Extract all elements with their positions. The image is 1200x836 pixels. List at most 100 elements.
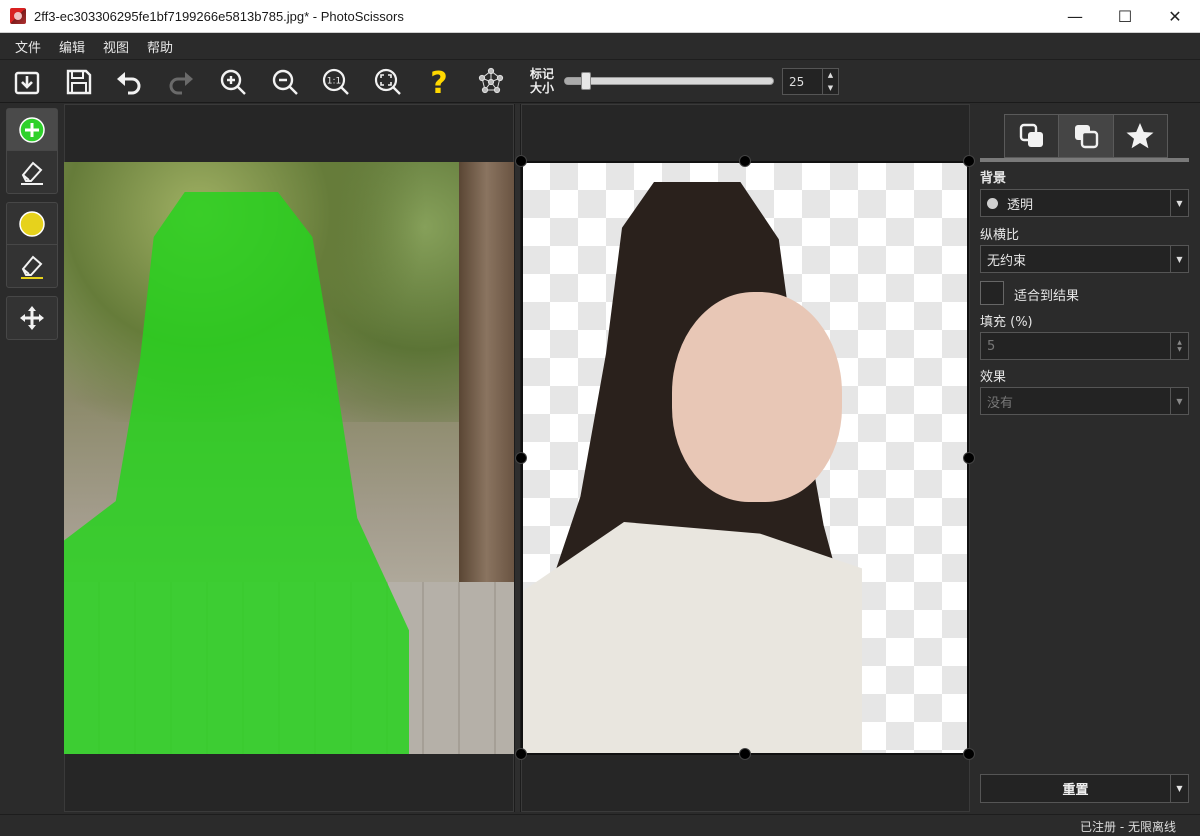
minimize-button[interactable]: —: [1050, 0, 1100, 33]
eraser-icon: [21, 161, 43, 185]
sidebar-tab-rule: [980, 158, 1189, 162]
crop-frame[interactable]: [521, 161, 969, 755]
reset-button[interactable]: 重置 ▼: [980, 774, 1189, 803]
erase-foreground-button[interactable]: [7, 151, 57, 193]
crop-handle-right[interactable]: [963, 452, 975, 464]
tab-foreground[interactable]: [1059, 115, 1114, 157]
save-icon: [66, 69, 92, 95]
add-background-button[interactable]: [7, 203, 57, 245]
background-value: 透明: [1007, 197, 1034, 213]
zoom-actual-button[interactable]: 1:1: [318, 65, 354, 99]
redo-button[interactable]: [163, 65, 199, 99]
crop-handle-bottom-left[interactable]: [515, 748, 527, 760]
padding-label: 填充 (%): [980, 315, 1033, 330]
reset-label: 重置: [1062, 783, 1089, 798]
fit-to-result-label: 适合到结果: [1014, 289, 1080, 304]
crop-handle-top-right[interactable]: [963, 155, 975, 167]
open-icon: [14, 71, 40, 95]
status-text: 已注册 - 无限离线: [1080, 820, 1176, 834]
move-tool-group: [6, 296, 58, 340]
app-icon: [10, 8, 26, 24]
status-bar: 已注册 - 无限离线: [0, 814, 1200, 836]
maximize-button[interactable]: ☐: [1100, 0, 1150, 33]
effect-label: 效果: [980, 370, 1007, 385]
crop-handle-bottom[interactable]: [739, 748, 751, 760]
settings-sidebar: 背景 透明 ▼ 纵横比 无约束 ▼ 适合到结果 填充 (%) 5 ▲ ▼ 效果 没…: [976, 104, 1200, 814]
background-tool-group: [6, 202, 58, 288]
foreground-tool-group: [6, 108, 58, 194]
menu-help[interactable]: 帮助: [138, 37, 182, 56]
spin-arrows[interactable]: ▲ ▼: [1170, 333, 1188, 359]
add-foreground-button[interactable]: [7, 109, 57, 151]
marker-size-label: 标记 大小: [530, 67, 555, 95]
menu-file[interactable]: 文件: [6, 37, 50, 56]
crop-handle-top-left[interactable]: [515, 155, 527, 167]
chevron-down-icon[interactable]: ▼: [1170, 246, 1188, 272]
marker-size-spinbox[interactable]: 25 ▲ ▼: [782, 68, 839, 95]
network-button[interactable]: [473, 65, 509, 99]
effects-tab-icon: [1126, 123, 1154, 149]
add-background-icon: [19, 210, 45, 237]
help-button[interactable]: ?: [421, 65, 457, 99]
network-icon: [478, 67, 504, 94]
sidebar-tabs: [1004, 114, 1168, 158]
move-button[interactable]: [7, 297, 57, 339]
chevron-down-icon[interactable]: ▼: [1170, 388, 1188, 414]
menu-edit[interactable]: 编辑: [50, 37, 94, 56]
zoom-actual-label: 1:1: [327, 77, 341, 87]
left-toolbox: [0, 104, 64, 836]
window-controls: — ☐ ✕: [1050, 0, 1200, 33]
padding-value: 5: [987, 338, 996, 354]
marker-size-slider[interactable]: [564, 72, 774, 90]
spin-down-icon[interactable]: ▼: [828, 84, 833, 92]
menu-bar: 文件 编辑 视图 帮助: [0, 33, 1200, 60]
aspect-ratio-label: 纵横比: [980, 228, 1020, 243]
zoom-actual-icon: 1:1: [322, 68, 349, 95]
zoom-in-button[interactable]: [215, 65, 251, 99]
crop-handle-left[interactable]: [515, 452, 527, 464]
title-bar: 2ff3-ec303306295fe1bf7199266e5813b785.jp…: [0, 0, 1200, 33]
marker-size-thumb[interactable]: [581, 72, 591, 90]
background-select[interactable]: 透明 ▼: [980, 189, 1189, 217]
open-button[interactable]: [9, 65, 45, 99]
help-glyph: ?: [430, 67, 447, 97]
aspect-ratio-select[interactable]: 无约束 ▼: [980, 245, 1189, 273]
erase-background-button[interactable]: [7, 245, 57, 287]
undo-button[interactable]: [111, 65, 147, 99]
eraser-background-icon: [21, 255, 43, 279]
effect-select[interactable]: 没有 ▼: [980, 387, 1189, 415]
menu-view[interactable]: 视图: [94, 37, 138, 56]
spin-arrows[interactable]: ▲ ▼: [822, 69, 838, 94]
chevron-down-icon[interactable]: ▼: [1170, 190, 1188, 216]
source-tree: [459, 162, 514, 622]
foreground-tab-icon: [1074, 125, 1099, 149]
source-image[interactable]: [64, 162, 514, 754]
padding-spinbox[interactable]: 5 ▲ ▼: [980, 332, 1189, 360]
help-icon: ?: [430, 67, 447, 97]
tab-background[interactable]: [1005, 115, 1060, 157]
transparent-swatch-icon: [987, 197, 998, 209]
zoom-in-icon: [220, 69, 246, 95]
fit-to-result-checkbox[interactable]: [980, 281, 1004, 305]
zoom-out-button[interactable]: [267, 65, 303, 99]
window-title: 2ff3-ec303306295fe1bf7199266e5813b785.jp…: [34, 8, 404, 24]
background-label: 背景: [980, 171, 1007, 186]
effect-value: 没有: [987, 395, 1014, 411]
move-icon: [20, 306, 44, 330]
marker-size-value[interactable]: 25: [783, 75, 822, 89]
zoom-fit-icon: [374, 68, 401, 95]
redo-icon: [169, 72, 193, 95]
crop-handle-bottom-right[interactable]: [963, 748, 975, 760]
spin-up-icon[interactable]: ▲: [828, 71, 833, 79]
undo-icon: [117, 72, 141, 95]
tab-effects[interactable]: [1113, 115, 1167, 157]
add-foreground-icon: [19, 116, 45, 143]
zoom-out-icon: [272, 69, 298, 95]
chevron-down-icon[interactable]: ▼: [1170, 775, 1188, 802]
aspect-ratio-value: 无约束: [987, 253, 1027, 269]
crop-handle-top[interactable]: [739, 155, 751, 167]
save-button[interactable]: [61, 65, 97, 99]
close-button[interactable]: ✕: [1150, 0, 1200, 33]
zoom-fit-button[interactable]: [370, 65, 406, 99]
background-tab-icon: [1019, 123, 1043, 147]
